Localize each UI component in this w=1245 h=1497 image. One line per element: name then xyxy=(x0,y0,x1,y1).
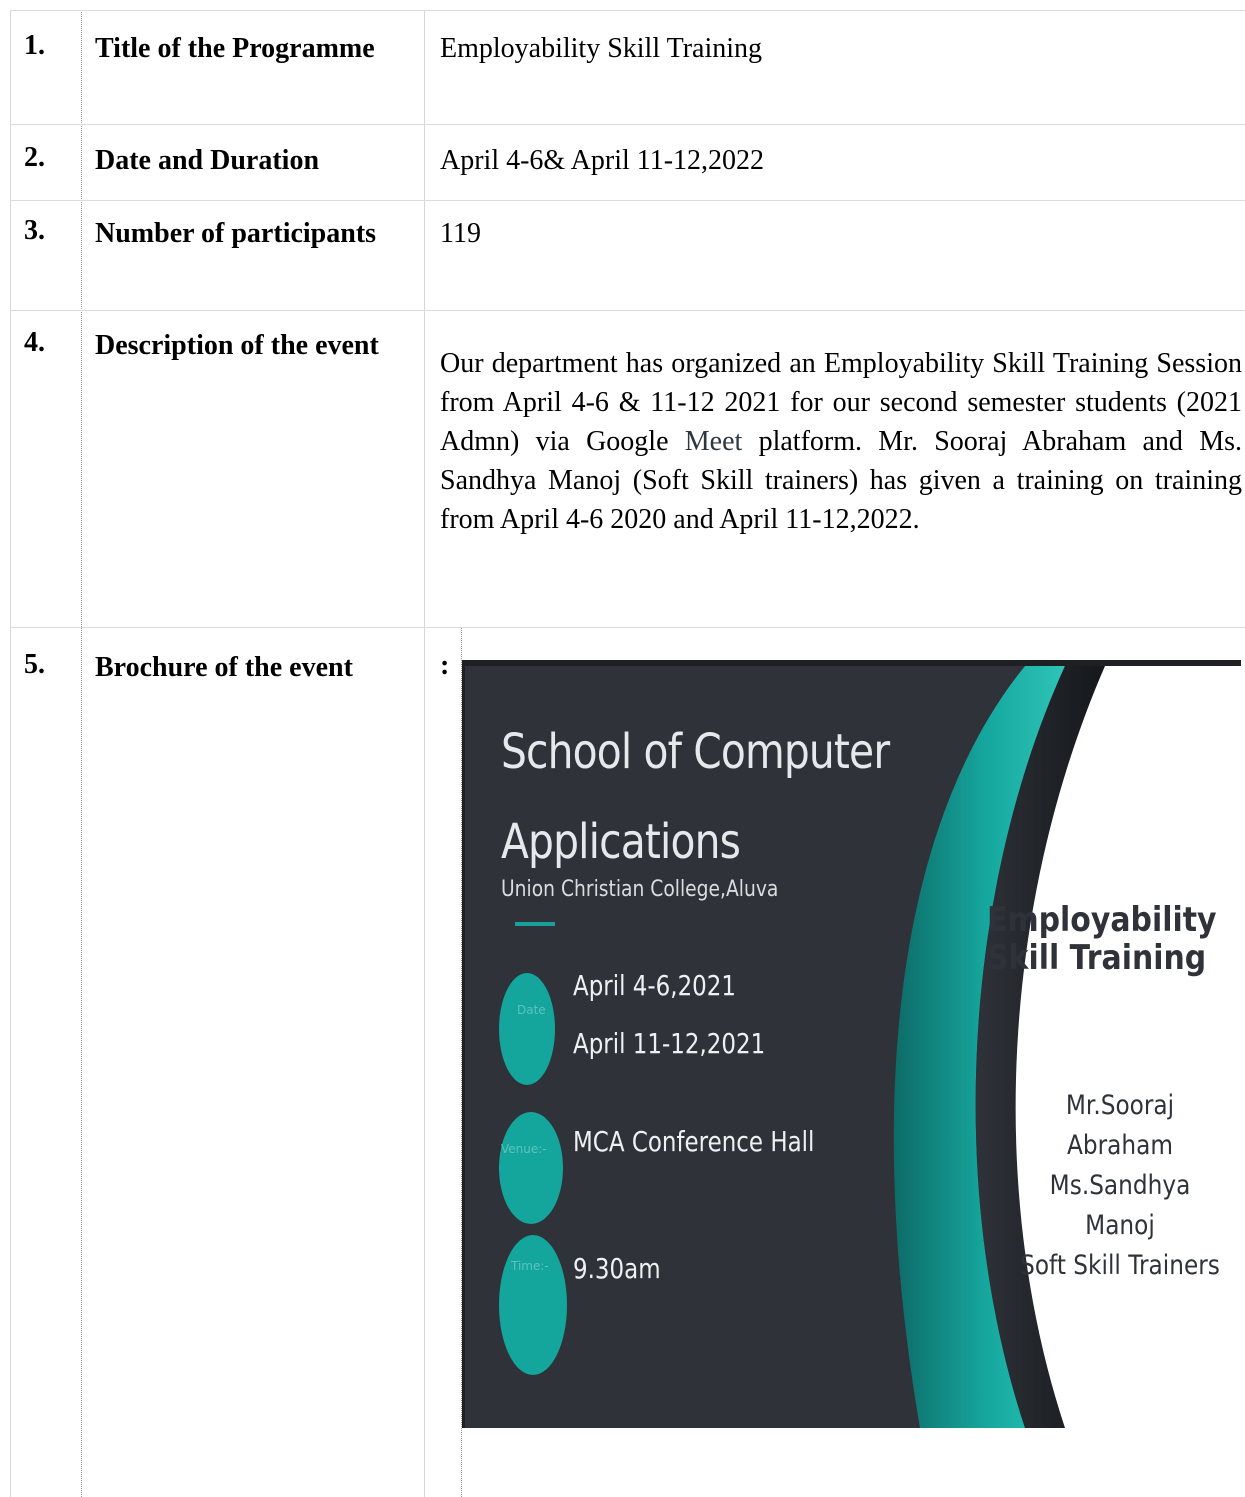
brochure-event-title: Employability Skill Training xyxy=(987,900,1217,978)
row-number: 3. xyxy=(24,215,45,246)
trainer-name-1: Mr.Sooraj Abraham xyxy=(1065,1090,1175,1161)
brochure-title-line2: Applications xyxy=(501,814,741,870)
time-circle xyxy=(499,1235,567,1375)
brochure-trainers: Mr.Sooraj Abraham Ms.Sandhya Manoj Soft … xyxy=(1013,1086,1228,1286)
participants-value: 119 xyxy=(440,218,481,249)
brochure-venue: MCA Conference Hall xyxy=(573,1125,815,1158)
trainer-role: Soft Skill Trainers xyxy=(1020,1250,1220,1281)
column-divider-1 xyxy=(81,10,82,1497)
brochure-date-line1: April 4-6,2021 xyxy=(573,969,737,1002)
venue-circle-label: Venue:- xyxy=(501,1142,547,1156)
venue-circle xyxy=(499,1112,563,1224)
row-label-description: Description of the event xyxy=(95,330,379,361)
brochure-image: School of Computer Applications Union Ch… xyxy=(462,660,1241,1428)
row-label-brochure: Brochure of the event xyxy=(95,652,353,683)
table-left-border xyxy=(10,10,11,1497)
trainer-name-2: Ms.Sandhya Manoj xyxy=(1049,1170,1191,1241)
row-divider-2 xyxy=(10,200,1245,201)
description-value: Our department has organized an Employab… xyxy=(440,348,1242,535)
brochure-colon: : xyxy=(440,650,450,681)
brochure-date-line2: April 11-12,2021 xyxy=(573,1027,766,1060)
row-number: 1. xyxy=(24,30,45,61)
date-duration-value: April 4-6& April 11-12,2022 xyxy=(440,145,765,176)
column-divider-2 xyxy=(424,10,425,1497)
row-label-participants: Number of participants xyxy=(95,218,377,249)
row-label-title: Title of the Programme xyxy=(95,33,375,64)
row-number: 4. xyxy=(24,327,45,358)
row-number: 5. xyxy=(24,649,45,680)
table-top-border xyxy=(10,10,1245,11)
brochure-underline xyxy=(515,922,555,926)
brochure-title-line1: School of Computer xyxy=(501,724,890,780)
date-circle xyxy=(499,973,555,1085)
brochure-college: Union Christian College,Aluva xyxy=(501,877,779,902)
date-circle-label: Date xyxy=(517,1003,546,1017)
programme-title-value: Employability Skill Training xyxy=(440,33,763,64)
row-label-date: Date and Duration xyxy=(95,145,320,176)
google-meet-text: Meet xyxy=(684,426,743,457)
brochure-time: 9.30am xyxy=(573,1252,661,1285)
row-divider-3 xyxy=(10,310,1245,311)
row-divider-1 xyxy=(10,124,1245,125)
time-circle-label: Time:- xyxy=(511,1259,549,1273)
row-number: 2. xyxy=(24,142,45,173)
row-divider-4 xyxy=(10,627,1245,628)
